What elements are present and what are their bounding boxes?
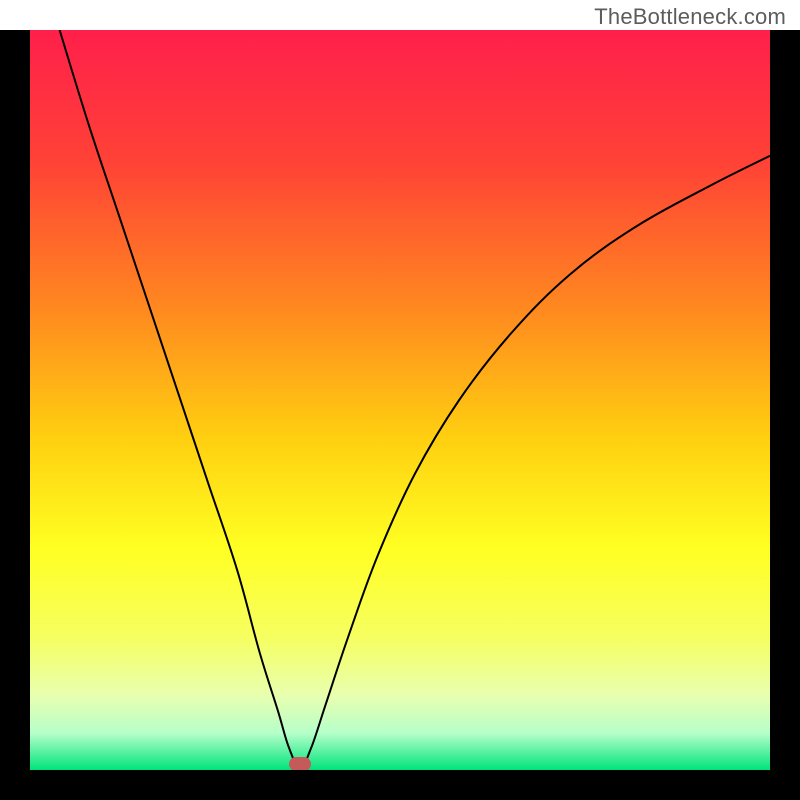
watermark-text: TheBottleneck.com (594, 4, 786, 30)
optimum-marker (289, 757, 311, 770)
chart-outer-border (0, 30, 800, 800)
chart-frame: TheBottleneck.com (0, 0, 800, 800)
plot-area (30, 30, 770, 770)
bottleneck-curve (30, 30, 770, 770)
